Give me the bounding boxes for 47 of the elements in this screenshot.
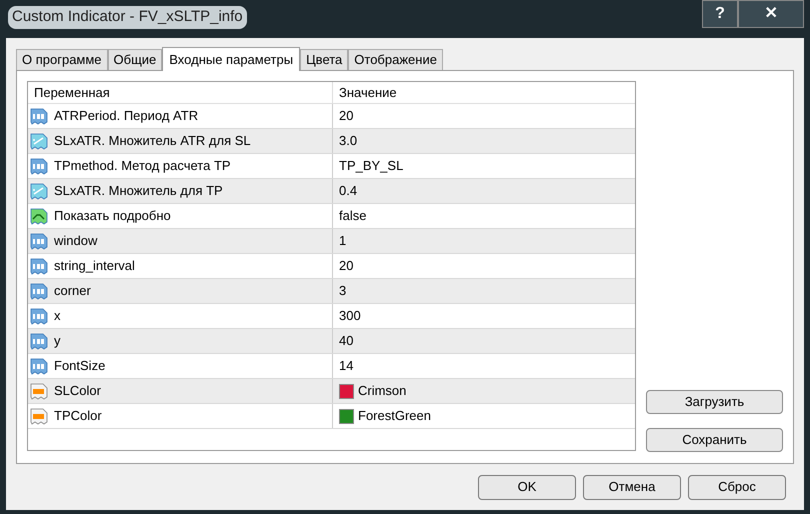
parameter-name: SLxATR. Множитель ATR для SL <box>54 132 251 150</box>
parameter-value[interactable]: 40 <box>339 331 354 351</box>
parameter-name: FontSize <box>54 357 106 376</box>
switch-type-icon <box>30 207 48 225</box>
parameter-name: SLxATR. Множитель для TP <box>54 182 223 200</box>
tab[interactable]: Цвета <box>300 49 348 70</box>
column-header[interactable]: Переменная <box>28 82 333 103</box>
parameter-name: Показать подробно <box>54 207 171 226</box>
side-button[interactable]: Загрузить <box>646 390 783 414</box>
parameter-value[interactable]: 14 <box>339 356 354 376</box>
close-button[interactable]: ✕ <box>738 0 804 28</box>
parameter-name: y <box>54 332 60 350</box>
parameter-value[interactable]: 20 <box>339 256 354 276</box>
integer-type-icon <box>30 282 48 300</box>
parameter-name: SLColor <box>54 382 101 400</box>
tab[interactable]: Общие <box>108 49 162 70</box>
parameter-value[interactable]: 3.0 <box>339 131 358 151</box>
parameter-value[interactable]: ForestGreen <box>358 406 431 426</box>
parameter-value[interactable]: Crimson <box>358 381 406 401</box>
parameter-name: corner <box>54 282 91 300</box>
side-button[interactable]: Сохранить <box>646 428 783 452</box>
integer-type-icon <box>30 232 48 250</box>
parameter-name: ATRPeriod. Период ATR <box>54 107 198 126</box>
parameter-value[interactable]: 3 <box>339 281 346 301</box>
parameter-name: TPmethod. Метод расчета TP <box>54 157 231 176</box>
parameter-name: x <box>54 307 60 326</box>
parameter-value[interactable]: 20 <box>339 106 354 126</box>
parameter-name: string_interval <box>54 257 135 276</box>
window-title: Custom Indicator - FV_xSLTP_info <box>8 6 247 28</box>
parameter-value[interactable]: 1 <box>339 231 346 251</box>
parameter-value[interactable]: 300 <box>339 306 361 326</box>
parameter-name: TPColor <box>54 407 102 426</box>
fraction-type-icon <box>30 132 48 150</box>
parameter-value[interactable]: 0.4 <box>339 181 358 201</box>
tab[interactable]: Входные параметры <box>162 47 300 71</box>
tab[interactable]: Отображение <box>348 49 443 70</box>
dialog-button[interactable]: Сброс <box>688 474 786 500</box>
parameter-value[interactable]: false <box>339 206 366 226</box>
help-button[interactable]: ? <box>702 0 738 28</box>
parameter-value[interactable]: TP_BY_SL <box>339 156 404 176</box>
column-header[interactable]: Значение <box>333 82 635 103</box>
fraction-type-icon <box>30 182 48 200</box>
dialog-button[interactable]: Отмена <box>583 474 681 500</box>
dialog-button[interactable]: OK <box>478 474 576 500</box>
parameter-name: window <box>54 232 98 250</box>
tab[interactable]: О программе <box>16 49 108 70</box>
integer-type-icon <box>30 332 48 350</box>
